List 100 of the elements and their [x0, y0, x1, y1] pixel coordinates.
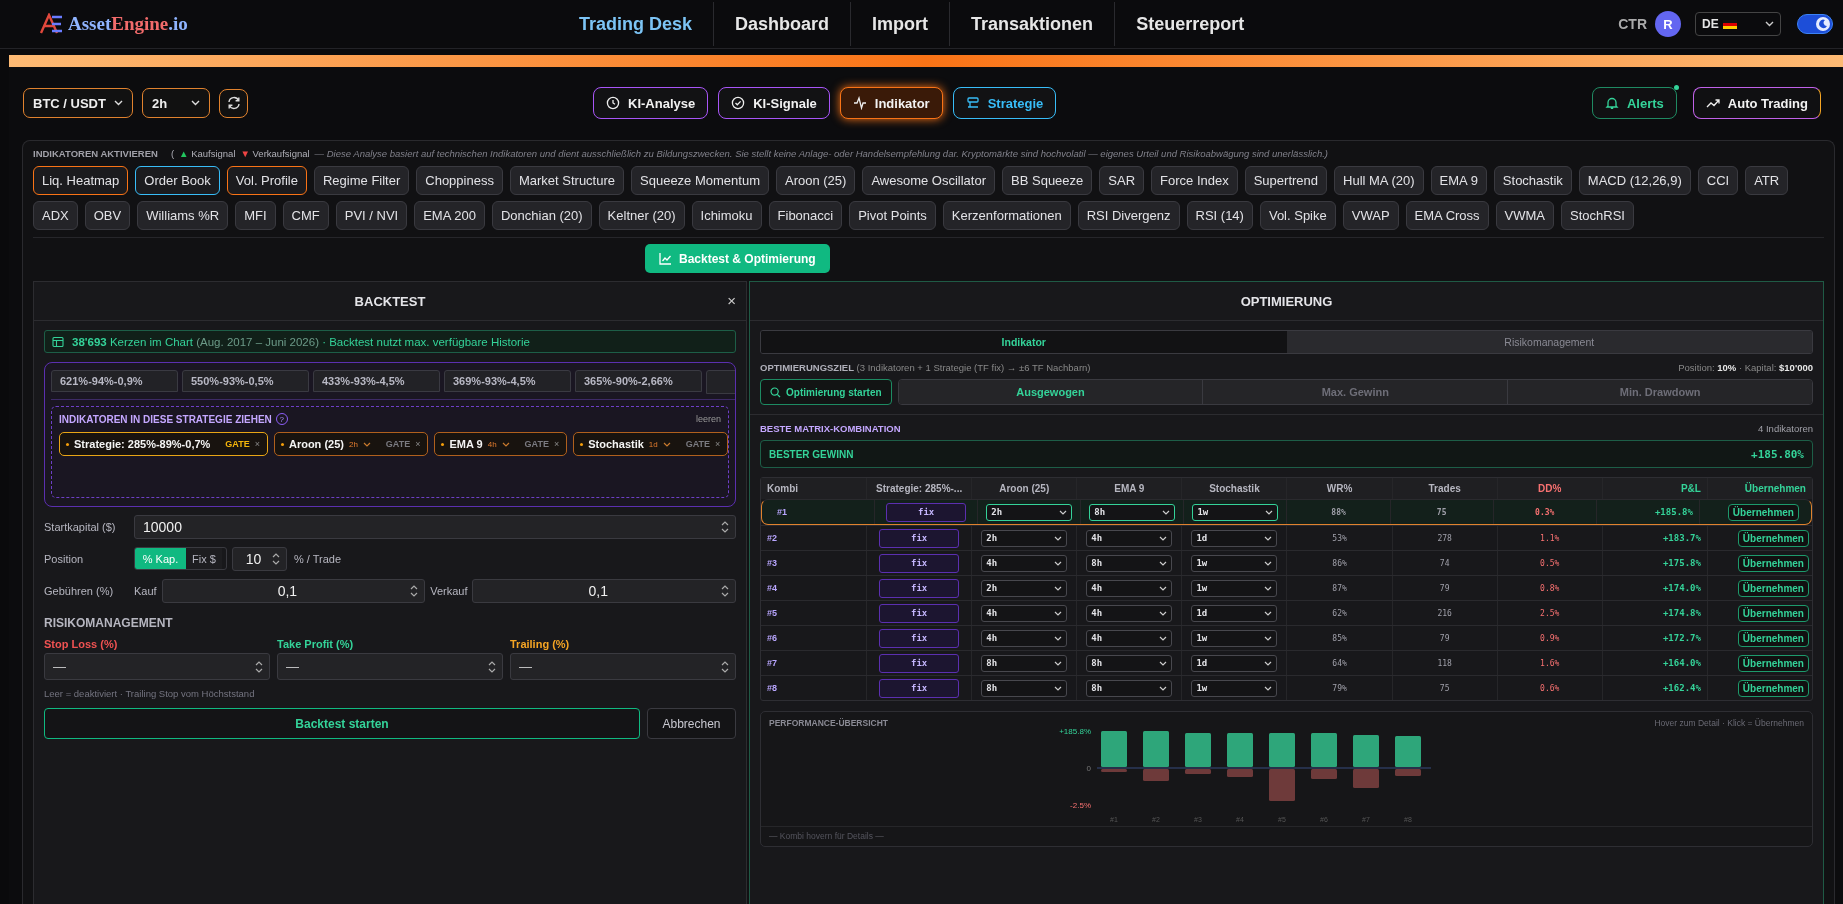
indicator-chip[interactable]: EMA 200 [414, 201, 485, 230]
drawdown-bar[interactable] [1185, 769, 1211, 774]
remove-button[interactable]: × [254, 439, 260, 449]
spinner-icon[interactable] [409, 583, 420, 598]
gain-bar[interactable] [1185, 733, 1211, 767]
theme-toggle[interactable] [1797, 14, 1833, 34]
gain-bar[interactable] [1269, 733, 1295, 767]
indicator-chip[interactable]: ADX [33, 201, 78, 230]
table-row[interactable]: #8 fix 8h 8h 1w 79% 75 0.6% +162.4% Übernehmen [761, 675, 1812, 700]
strategy-tab[interactable]: 365%-90%-2,66% [575, 370, 702, 392]
strategy-tab[interactable] [706, 370, 735, 394]
indicator-chip[interactable]: Choppiness [416, 166, 503, 195]
mode-button[interactable]: Strategie [952, 87, 1057, 119]
pair-select[interactable]: BTC / USDT [23, 88, 133, 118]
timeframe-select[interactable]: 8h [1086, 679, 1173, 697]
gain-bar[interactable] [1143, 731, 1169, 767]
caret-icon[interactable] [362, 441, 371, 447]
timeframe-select[interactable]: 8h [981, 679, 1068, 697]
mode-button[interactable]: KI-Signale [718, 87, 830, 119]
drawdown-bar[interactable] [1227, 769, 1253, 777]
spinner-icon[interactable] [487, 659, 497, 674]
drawdown-bar[interactable] [1269, 769, 1295, 801]
indicator-chip[interactable]: Liq. Heatmap [33, 166, 129, 195]
alerts-button[interactable]: Alerts [1591, 87, 1677, 119]
indicator-chip[interactable]: VWMA [1495, 201, 1555, 230]
input-field[interactable]: 10 [232, 546, 287, 571]
timeframe-select[interactable]: 4h [1086, 579, 1173, 597]
caret-icon[interactable] [501, 441, 510, 447]
indicator-chip[interactable]: RSI (14) [1186, 201, 1253, 230]
auto-trading-button[interactable]: Auto Trading [1692, 87, 1821, 119]
position-mode-toggle[interactable]: Fix $ [186, 548, 222, 569]
indicator-chip[interactable]: Market Structure [509, 166, 624, 195]
apply-button[interactable]: Übernehmen [1737, 554, 1809, 572]
timeframe-select[interactable]: 4h [981, 604, 1068, 622]
indicator-chip[interactable]: PVI / NVI [335, 201, 408, 230]
timeframe-select[interactable]: 8h [1086, 554, 1173, 572]
apply-button[interactable]: Übernehmen [1737, 604, 1809, 622]
mode-button[interactable]: KI-Analyse [593, 87, 709, 119]
clear-link[interactable]: leeren [695, 414, 721, 424]
input-field[interactable]: 0,1 [472, 578, 736, 603]
gain-bar[interactable] [1395, 736, 1421, 767]
indicator-chip[interactable]: BB Squeeze [1002, 166, 1093, 195]
spinner-icon[interactable] [720, 583, 730, 598]
apply-button[interactable]: Übernehmen [1737, 679, 1809, 697]
table-row[interactable]: #3 fix 4h 8h 1w 86% 74 0.5% +175.8% Übernehmen [761, 550, 1812, 575]
indicator-chip[interactable]: Awesome Oscillator [862, 166, 996, 195]
logo-text[interactable]: AssetEngine.io [68, 13, 188, 35]
indicator-chip[interactable]: Fibonacci [768, 201, 843, 230]
timeframe-select[interactable]: 8h [1089, 503, 1176, 521]
timeframe-select[interactable]: 1w [1191, 629, 1278, 647]
timeframe-select[interactable]: 2h [986, 503, 1073, 521]
indicator-chip[interactable]: Vol. Profile [226, 166, 307, 195]
indicator-chip[interactable]: Stochastik [1493, 166, 1572, 195]
timeframe-select[interactable]: 2h [981, 529, 1068, 547]
indicator-chip[interactable]: Vol. Spike [1259, 201, 1336, 230]
indicator-chip[interactable]: ATR [1745, 166, 1789, 195]
spinner-icon[interactable] [720, 519, 730, 534]
indicator-chip[interactable]: Williams %R [137, 201, 229, 230]
gain-bar[interactable] [1353, 735, 1379, 767]
apply-button[interactable]: Übernehmen [1737, 654, 1809, 672]
timeframe-select[interactable]: 1w [1191, 579, 1278, 597]
timeframe-select[interactable]: 4h [1086, 529, 1173, 547]
indicator-chip[interactable]: Hull MA (20) [1334, 166, 1424, 195]
target-option[interactable]: Ausgewogen [898, 380, 1203, 404]
spinner-icon[interactable] [254, 659, 264, 674]
timeframe-select[interactable]: 8h [1086, 654, 1173, 672]
indicator-chip[interactable]: Order Book [135, 166, 220, 195]
remove-button[interactable]: × [415, 439, 421, 449]
strategy-tab[interactable]: 369%-93%-4,5% [444, 370, 571, 392]
indicator-chip[interactable]: CMF [282, 201, 329, 230]
refresh-button[interactable] [219, 88, 248, 118]
input-field[interactable]: 10000 [134, 514, 736, 539]
input-field[interactable]: — [44, 653, 270, 680]
strategy-chip[interactable]: Stochastik 1d GATE × [573, 432, 729, 456]
strategy-chip[interactable]: Aroon (25) 2h GATE × [273, 432, 429, 456]
indicator-chip[interactable]: Donchian (20) [491, 201, 592, 230]
apply-button[interactable]: Übernehmen [1737, 579, 1809, 597]
nav-tab[interactable]: Trading Desk [558, 2, 714, 46]
indicator-chip[interactable]: Regime Filter [313, 166, 410, 195]
nav-tab[interactable]: Dashboard [713, 2, 851, 46]
mode-button[interactable]: Indikator [839, 87, 943, 119]
indicator-chip[interactable]: Squeeze Momentum [631, 166, 769, 195]
timeframe-select[interactable]: 4h [981, 554, 1068, 572]
indicator-chip[interactable]: StochRSI [1561, 201, 1634, 230]
indicator-chip[interactable]: Supertrend [1244, 166, 1328, 195]
table-row[interactable]: #7 fix 8h 8h 1d 64% 118 1.6% +164.0% Übernehmen [761, 650, 1812, 675]
drawdown-bar[interactable] [1143, 769, 1169, 781]
timeframe-select[interactable]: 2h [142, 88, 210, 118]
remove-button[interactable]: × [553, 439, 560, 449]
indicator-chip[interactable]: EMA Cross [1405, 201, 1489, 230]
strategy-chip[interactable]: Strategie: 285%-89%-0,7% GATE × [59, 432, 268, 456]
gain-bar[interactable] [1227, 733, 1253, 767]
indicator-chip[interactable]: MACD (12,26,9) [1578, 166, 1691, 195]
strategy-chip[interactable]: EMA 9 4h GATE × [434, 432, 568, 456]
timeframe-select[interactable]: 4h [981, 629, 1068, 647]
nav-tab[interactable]: Import [850, 2, 950, 46]
user-avatar[interactable]: R [1655, 11, 1681, 37]
gain-bar[interactable] [1311, 733, 1337, 767]
drawdown-bar[interactable] [1353, 769, 1379, 788]
nav-tab[interactable]: Steuerreport [1114, 2, 1266, 46]
